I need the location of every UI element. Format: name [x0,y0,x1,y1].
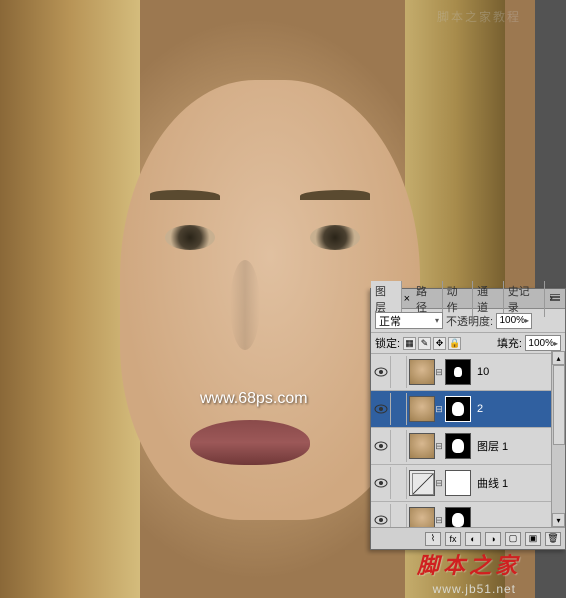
eyebrow [150,190,220,200]
layer-mask-thumbnail[interactable] [445,396,471,422]
chevron-down-icon: ▾ [435,316,439,325]
eyebrow [300,190,370,200]
lock-transparency-icon[interactable]: ▦ [403,337,416,350]
lock-position-icon[interactable]: ✥ [433,337,446,350]
lips [190,420,310,465]
link-col[interactable] [391,467,407,499]
visibility-eye-icon[interactable] [374,367,388,377]
lock-pixels-icon[interactable]: ✎ [418,337,431,350]
layer-thumbnail[interactable] [409,396,435,422]
chevron-right-icon: ▸ [554,339,558,348]
visibility-eye-icon[interactable] [374,404,388,414]
layer-row[interactable]: ⊟ 曲线 1 [371,465,565,502]
blend-mode-value: 正常 [379,313,401,329]
mask-link-icon[interactable]: ⊟ [435,515,443,526]
tab-history[interactable]: 史记录 [504,281,545,317]
watermark-domain: www.jb51.net [433,582,516,596]
fill-input[interactable]: 100% ▸ [525,335,561,351]
scroll-up-button[interactable]: ▴ [552,351,565,365]
layer-row[interactable]: ⊟ 10 [371,354,565,391]
watermark-url: www.68ps.com [200,390,308,408]
watermark-brand: 脚本之家 [417,548,521,580]
opacity-input[interactable]: 100% ▸ [496,313,532,329]
fill-label: 填充: [497,335,522,351]
layer-row[interactable]: ⊟ 图层 1 [371,428,565,465]
link-col[interactable] [391,356,407,388]
layer-mask-thumbnail[interactable] [445,433,471,459]
mask-link-icon[interactable]: ⊟ [435,404,443,415]
adjustment-thumbnail[interactable] [409,470,435,496]
layers-footer: ⌇ fx ◐ ◑ ▢ ▣ 🗑 [371,527,565,549]
panel-tab-bar: 图层 × 路径 动作 通道 史记录 [371,289,565,309]
lock-icons-group: ▦ ✎ ✥ 🔒 [403,337,461,350]
layer-thumbnail[interactable] [409,359,435,385]
scroll-down-button[interactable]: ▾ [552,513,565,527]
lock-all-icon[interactable]: 🔒 [448,337,461,350]
watermark-faint: 脚本之家教程 [437,8,521,25]
opacity-label: 不透明度: [446,313,493,329]
blend-mode-select[interactable]: 正常 ▾ [375,312,443,329]
layer-mask-thumbnail[interactable] [445,470,471,496]
tab-actions[interactable]: 动作 [443,281,474,317]
tab-channels[interactable]: 通道 [473,281,504,317]
visibility-eye-icon[interactable] [374,441,388,451]
lock-label: 锁定: [375,335,400,351]
adjustment-layer-button[interactable]: ◑ [485,532,501,546]
layers-list: ⊟ 10 ⊟ 2 ⊟ 图层 1 ⊟ 曲线 1 [371,354,565,534]
scroll-thumb[interactable] [553,365,565,445]
layer-mask-button[interactable]: ◐ [465,532,481,546]
lock-fill-row: 锁定: ▦ ✎ ✥ 🔒 填充: 100% ▸ [371,333,565,354]
panel-menu-icon[interactable] [545,293,565,305]
mask-link-icon[interactable]: ⊟ [435,367,443,378]
link-col[interactable] [391,430,407,462]
chevron-right-icon: ▸ [525,316,529,325]
visibility-eye-icon[interactable] [374,478,388,488]
mask-link-icon[interactable]: ⊟ [435,441,443,452]
nose [230,260,260,350]
fill-value: 100% [528,338,554,349]
layer-row[interactable]: ⊟ 2 [371,391,565,428]
link-col[interactable] [391,393,407,425]
eye [165,225,215,250]
eye [310,225,360,250]
layers-panel: 图层 × 路径 动作 通道 史记录 正常 ▾ 不透明度: 100% ▸ 锁定: … [370,288,566,550]
hair-region [0,0,140,598]
layer-mask-thumbnail[interactable] [445,359,471,385]
layers-scrollbar[interactable]: ▴ ▾ [551,351,565,527]
group-button[interactable]: ▢ [505,532,521,546]
delete-layer-button[interactable]: 🗑 [545,532,561,546]
new-layer-button[interactable]: ▣ [525,532,541,546]
layer-thumbnail[interactable] [409,433,435,459]
visibility-eye-icon[interactable] [374,515,388,525]
mask-link-icon[interactable]: ⊟ [435,478,443,489]
layer-style-button[interactable]: fx [445,532,461,546]
tab-close-icon[interactable]: × [402,293,412,305]
link-layers-button[interactable]: ⌇ [425,532,441,546]
opacity-value: 100% [499,315,525,326]
